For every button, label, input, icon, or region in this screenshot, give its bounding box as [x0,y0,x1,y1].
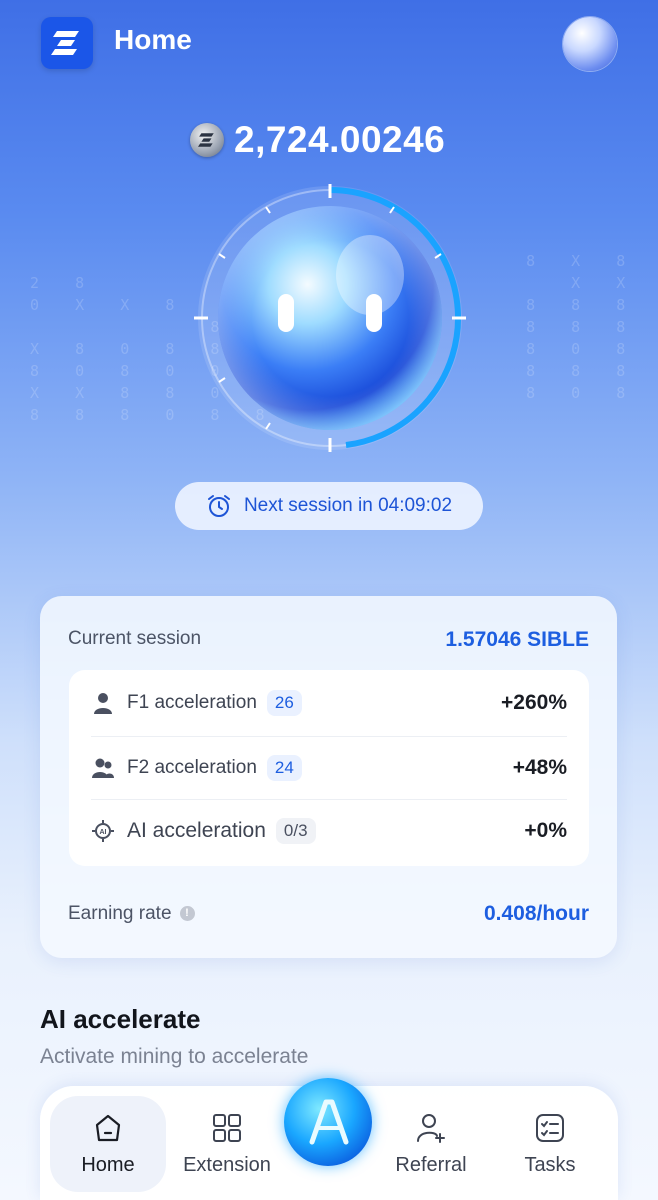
earning-rate-label: Earning rate [68,903,172,924]
ai-logo-icon [309,1099,349,1145]
ai-center-button[interactable] [284,1078,372,1166]
info-icon[interactable]: ! [179,906,195,922]
people-icon [92,758,114,778]
nav-label-extension: Extension [183,1153,271,1176]
balance: 2,724.00246 [190,118,445,162]
earning-rate-value: 0.408/hour [483,902,589,925]
avatar[interactable] [563,17,617,71]
nav-item-referral[interactable]: Referral [376,1094,486,1194]
list-item-f1-acceleration: F1 acceleration 26 +260% [91,672,567,734]
coin-icon [190,123,224,157]
current-session-label: Current session [68,628,202,649]
ai-acceleration-label: AI acceleration [127,819,266,842]
f2-acceleration-percent: +48% [512,756,567,779]
svg-text:AI: AI [100,829,107,836]
next-session-pill: Next session in 04:09:02 [175,482,483,530]
app-logo-icon [41,17,93,69]
ai-accelerate-title: AI accelerate [40,1004,201,1034]
list-item-f2-acceleration: F2 acceleration 24 +48% [91,737,567,799]
list-item-ai-acceleration: AI AI acceleration 0/3 +0% [91,800,567,862]
nav-label-home: Home [81,1153,135,1176]
mining-orb[interactable] [190,180,470,460]
f2-acceleration-label: F2 acceleration [127,757,257,778]
balance-value: 2,724.00246 [234,119,446,160]
page-title: Home [114,24,192,55]
nav-item-tasks[interactable]: Tasks [496,1094,604,1194]
nav-label-tasks: Tasks [524,1153,576,1176]
checklist-icon [536,1113,564,1142]
person-icon [94,693,112,714]
acceleration-list: F1 acceleration 26 +260% F2 acceleration… [69,670,589,866]
ai-acceleration-count: 0/3 [275,818,316,844]
current-session-value: 1.57046 SIBLE [445,628,589,651]
alarm-clock-icon [207,495,230,517]
f1-acceleration-label: F1 acceleration [127,692,257,713]
f1-acceleration-percent: +260% [501,691,567,714]
nav-item-home[interactable]: Home [50,1094,166,1194]
nav-label-referral: Referral [395,1153,467,1176]
home-icon [95,1114,121,1141]
ai-acceleration-percent: +0% [524,819,567,842]
next-session-text: Next session in 04:09:02 [243,495,453,516]
header: Home [0,0,658,90]
f2-acceleration-count: 24 [266,755,302,781]
grid-icon [213,1113,241,1142]
session-card: Current session 1.57046 SIBLE F1 acceler… [40,596,617,958]
add-user-icon [417,1113,445,1143]
nav-item-extension[interactable]: Extension [170,1094,284,1194]
f1-acceleration-count: 26 [266,690,302,716]
ai-chip-icon: AI [92,820,114,842]
ai-accelerate-subtitle: Activate mining to accelerate [40,1045,309,1068]
